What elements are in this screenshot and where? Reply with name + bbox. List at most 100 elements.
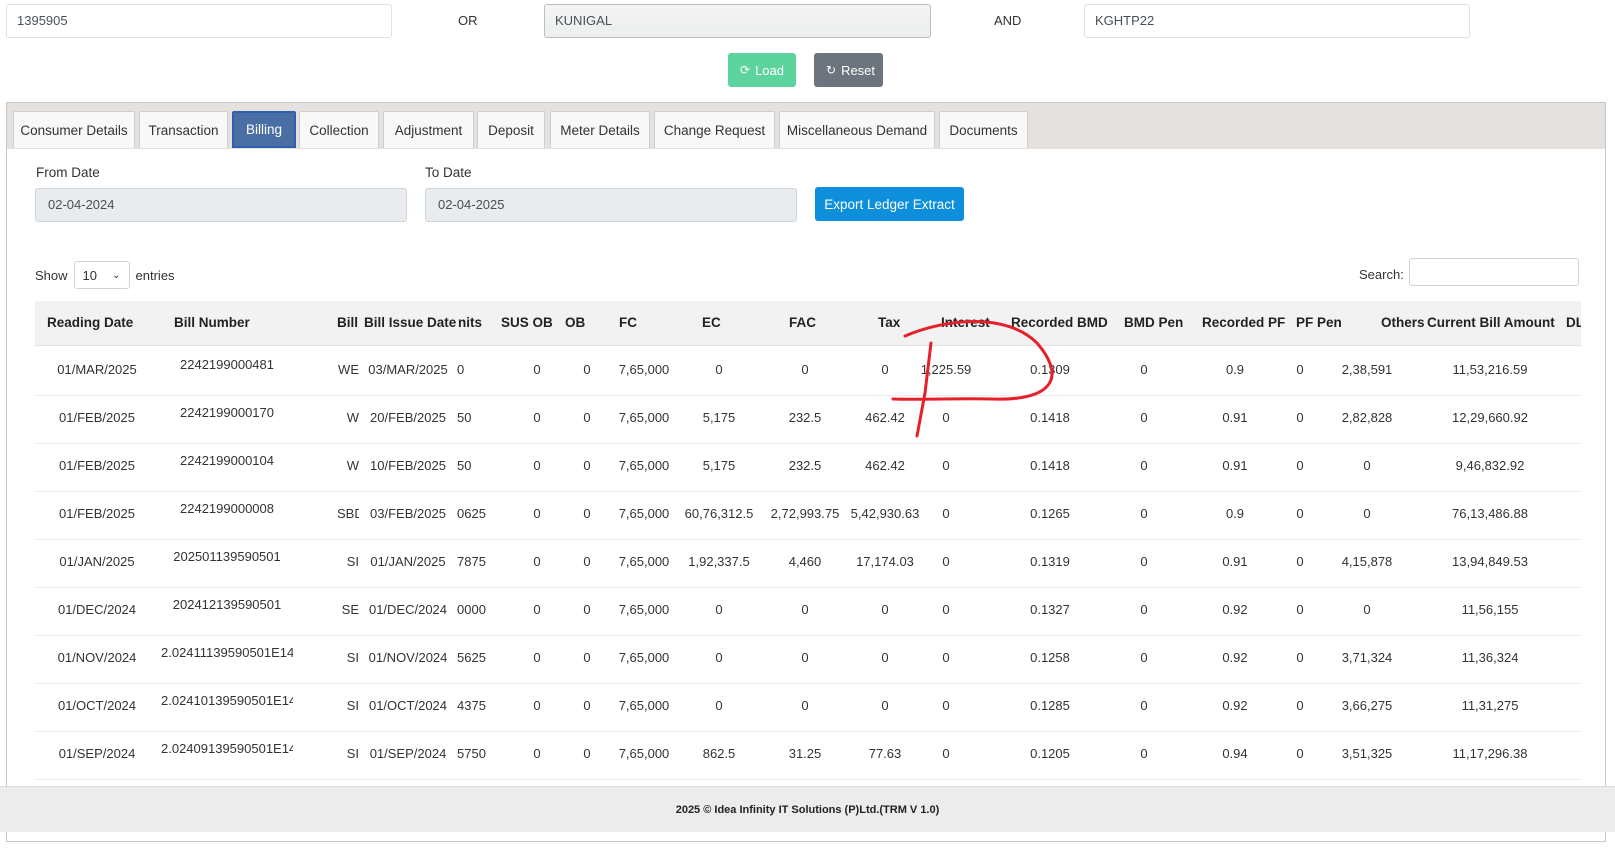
export-ledger-button[interactable]: Export Ledger Extract: [815, 187, 964, 221]
cell-recorded-pf: 0.9: [1225, 506, 1245, 521]
cell-fc: 7,65,000: [618, 362, 670, 377]
cell-interest: 0: [942, 458, 950, 473]
col-sus-ob[interactable]: SUS OB: [501, 315, 553, 330]
cell-recorded-pf: 0.92: [1222, 698, 1248, 713]
tab-deposit[interactable]: Deposit: [477, 111, 545, 148]
table-row: 01/FEB/2025 2242199000170 W 20/FEB/2025 50 0 0…: [35, 394, 1581, 444]
cell-bmd-pen: 0: [1140, 554, 1148, 569]
tab-miscellaneous-demand[interactable]: Miscellaneous Demand: [779, 111, 935, 148]
col-bill-issue-date[interactable]: Bill Issue Date: [364, 315, 456, 330]
cell-recorded-bmd: 0.1285: [1030, 698, 1070, 713]
cell-fc: 7,65,000: [618, 410, 670, 425]
cell-sus-ob: 0: [533, 746, 541, 761]
from-date-label: From Date: [36, 165, 100, 180]
cell-bmd-pen: 0: [1140, 698, 1148, 713]
cell-bill-number: 2242199000008: [180, 501, 274, 516]
col-fac[interactable]: FAC: [789, 315, 816, 330]
cell-sus-ob: 0: [533, 362, 541, 377]
cell-sus-ob: 0: [533, 458, 541, 473]
consumer-name-input[interactable]: KUNIGAL: [544, 4, 931, 38]
cell-bill-number: 2242199000481: [180, 357, 274, 372]
load-button[interactable]: ⟳ Load: [728, 53, 796, 87]
cell-current-bill-amount: 11,53,216.59: [1452, 362, 1528, 377]
col-recorded-pf[interactable]: Recorded PF: [1202, 315, 1285, 330]
cell-recorded-bmd: 0.1309: [1030, 362, 1070, 377]
col-units[interactable]: nits: [458, 315, 482, 330]
tab-billing[interactable]: Billing: [232, 111, 296, 148]
col-interest[interactable]: Interest: [941, 315, 990, 330]
entries-select[interactable]: 10 ⌄: [73, 261, 130, 289]
cell-bill: SI: [346, 650, 359, 665]
tab-transaction[interactable]: Transaction: [139, 111, 228, 148]
col-bill[interactable]: Bill: [337, 315, 358, 330]
cell-recorded-bmd: 0.1205: [1030, 746, 1070, 761]
cell-interest: 0: [942, 602, 950, 617]
cell-sus-ob: 0: [533, 410, 541, 425]
col-fc[interactable]: FC: [619, 315, 637, 330]
cell-bill-issue-date: 01/DEC/2024: [368, 602, 448, 617]
cell-bmd-pen: 0: [1140, 410, 1148, 425]
table-header: Reading Date Bill Number Bill Bill Issue…: [35, 301, 1581, 346]
cell-pf-pen: 0: [1296, 362, 1304, 377]
cell-units: 50: [457, 458, 472, 473]
cell-ec: 5,175: [702, 458, 736, 473]
show-label: Show: [35, 267, 68, 283]
cell-ec: 0: [715, 698, 723, 713]
col-tax[interactable]: Tax: [878, 315, 900, 330]
cell-ob: 0: [583, 746, 591, 761]
cell-current-bill-amount: 11,36,324: [1461, 650, 1519, 665]
entries-label: entries: [135, 267, 175, 283]
col-pf-pen[interactable]: PF Pen: [1296, 315, 1342, 330]
to-date-input[interactable]: 02-04-2025: [425, 188, 797, 222]
col-reading-date[interactable]: Reading Date: [47, 315, 133, 330]
col-dl[interactable]: DL: [1566, 315, 1581, 330]
from-date-input[interactable]: 02-04-2024: [35, 188, 407, 222]
cell-interest: 0: [942, 554, 950, 569]
col-bill-number[interactable]: Bill Number: [174, 315, 250, 330]
table-search-input[interactable]: [1409, 258, 1579, 286]
cell-interest: 0: [942, 650, 950, 665]
tab-collection[interactable]: Collection: [299, 111, 379, 148]
cell-current-bill-amount: 13,94,849.53: [1452, 554, 1528, 569]
table-row: 01/DEC/2024 202412139590501 SE 01/DEC/2024 0…: [35, 586, 1581, 636]
cell-sus-ob: 0: [533, 506, 541, 521]
tab-documents[interactable]: Documents: [939, 111, 1028, 148]
code-input[interactable]: KGHTP22: [1084, 4, 1470, 38]
cell-bmd-pen: 0: [1140, 602, 1148, 617]
load-label: Load: [755, 62, 784, 78]
cell-recorded-pf: 0.9: [1225, 362, 1245, 377]
cell-fac: 232.5: [788, 410, 822, 425]
col-bmd-pen[interactable]: BMD Pen: [1124, 315, 1183, 330]
cell-bill-number: 202501139590501: [173, 549, 281, 564]
col-recorded-bmd[interactable]: Recorded BMD: [1011, 315, 1108, 330]
cell-ob: 0: [583, 554, 591, 569]
reset-label: Reset: [841, 62, 876, 78]
cell-pf-pen: 0: [1296, 746, 1304, 761]
cell-tax: 462.42: [865, 410, 905, 425]
tab-meter-details[interactable]: Meter Details: [550, 111, 650, 148]
cell-bill: W: [346, 458, 359, 473]
col-others[interactable]: Others: [1381, 315, 1425, 330]
tab-adjustment[interactable]: Adjustment: [383, 111, 474, 148]
col-ec[interactable]: EC: [702, 315, 721, 330]
cell-ob: 0: [583, 602, 591, 617]
col-current-bill-amount[interactable]: Current Bill Amount: [1427, 315, 1555, 330]
cell-fac: 232.5: [788, 458, 822, 473]
tab-change-request[interactable]: Change Request: [654, 111, 775, 148]
cell-reading-date: 01/SEP/2024: [58, 746, 136, 761]
col-ob[interactable]: OB: [565, 315, 585, 330]
cell-bill: SI: [346, 746, 359, 761]
tab-consumer-details[interactable]: Consumer Details: [13, 111, 135, 148]
cell-tax: 5,42,930.63: [850, 506, 920, 521]
cell-fc: 7,65,000: [618, 554, 670, 569]
cell-fac: 0: [801, 650, 809, 665]
cell-recorded-pf: 0.92: [1222, 602, 1248, 617]
or-label: OR: [458, 13, 478, 28]
cell-bmd-pen: 0: [1140, 362, 1148, 377]
cell-reading-date: 01/FEB/2025: [59, 410, 135, 425]
consumer-number-input[interactable]: 1395905: [6, 4, 392, 38]
cell-bill-issue-date: 01/NOV/2024: [368, 650, 448, 665]
reset-button[interactable]: ↻ Reset: [814, 53, 883, 87]
cell-sus-ob: 0: [533, 650, 541, 665]
cell-bill: SI: [346, 554, 359, 569]
